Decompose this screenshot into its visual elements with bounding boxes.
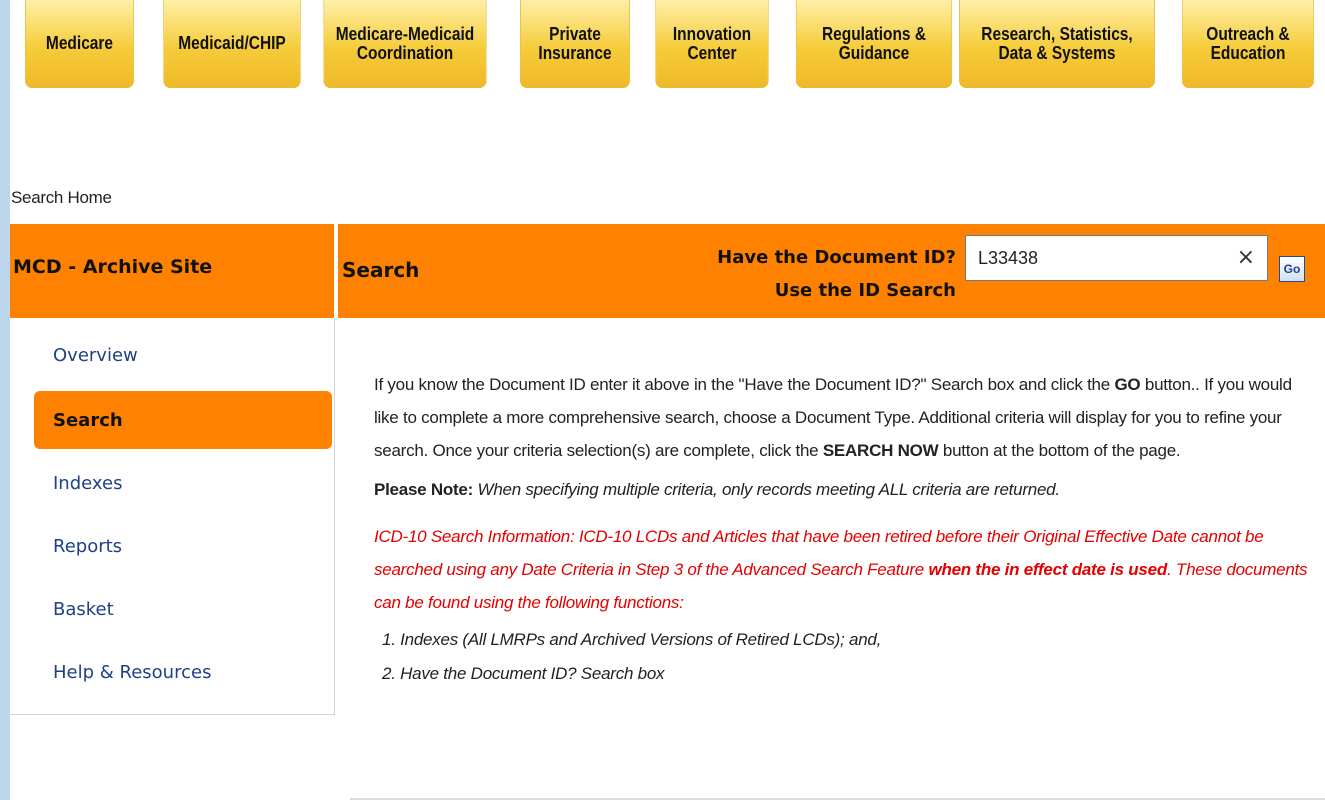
breadcrumb-search-home[interactable]: Search Home — [11, 188, 112, 208]
note-paragraph: Please Note: When specifying multiple cr… — [374, 473, 1314, 506]
nav-tab-innovation-center[interactable]: Innovation Center — [655, 0, 769, 88]
sidebar-item-indexes[interactable]: Indexes — [34, 454, 332, 512]
functions-list: 1. Indexes (All LMRPs and Archived Versi… — [374, 623, 1314, 691]
intro-go-label: GO — [1114, 375, 1141, 394]
nav-tab-regulations-guidance[interactable]: Regulations & Guidance — [795, 0, 953, 88]
nav-tab-private-insurance[interactable]: Private Insurance — [519, 0, 631, 88]
page-left-edge — [0, 0, 10, 800]
sidebar-nav: Overview Search Indexes Reports Basket H… — [10, 318, 335, 715]
document-id-prompt: Have the Document ID? Use the ID Search — [717, 241, 956, 307]
note-text: When specifying multiple criteria, only … — [473, 480, 1061, 499]
sidebar-item-help-resources[interactable]: Help & Resources — [34, 643, 332, 701]
main-content: If you know the Document ID enter it abo… — [374, 368, 1314, 691]
icd10-info-paragraph: ICD-10 Search Information: ICD-10 LCDs a… — [374, 527, 1308, 612]
page-title: Search — [342, 258, 420, 282]
sidebar-item-overview[interactable]: Overview — [34, 326, 332, 384]
clear-icon[interactable]: × — [1237, 245, 1255, 270]
sidebar-item-search[interactable]: Search — [34, 391, 332, 449]
nav-tab-research-statistics[interactable]: Research, Statistics, Data & Systems — [958, 0, 1156, 88]
note-label: Please Note: — [374, 480, 474, 499]
intro-paragraph: If you know the Document ID enter it abo… — [374, 375, 1292, 460]
go-button[interactable]: Go — [1279, 256, 1305, 282]
sidebar-item-basket[interactable]: Basket — [34, 580, 332, 638]
list-item: 1. Indexes (All LMRPs and Archived Versi… — [382, 630, 882, 649]
list-item: 2. Have the Document ID? Search box — [382, 664, 665, 683]
site-title: MCD - Archive Site — [13, 256, 213, 278]
nav-tab-medicare-medicaid-coordination[interactable]: Medicare-Medicaid Coordination — [323, 0, 487, 88]
nav-tab-outreach-education[interactable]: Outreach & Education — [1181, 0, 1315, 88]
document-id-search-box: × — [965, 235, 1268, 281]
document-id-prompt-line2: Use the ID Search — [774, 280, 956, 301]
intro-search-now-label: SEARCH NOW — [822, 441, 939, 460]
nav-tab-medicaid-chip[interactable]: Medicaid/CHIP — [163, 0, 301, 88]
header-divider — [334, 224, 338, 318]
document-id-prompt-line1: Have the Document ID? — [717, 247, 956, 268]
icd10-bold-text: when the in effect date is used — [928, 560, 1167, 579]
sidebar-item-reports[interactable]: Reports — [34, 517, 332, 575]
nav-tab-medicare[interactable]: Medicare — [24, 0, 135, 88]
top-navigation: Medicare Medicaid/CHIP Medicare-Medicaid… — [16, 0, 1325, 95]
document-id-input[interactable] — [978, 244, 1218, 272]
